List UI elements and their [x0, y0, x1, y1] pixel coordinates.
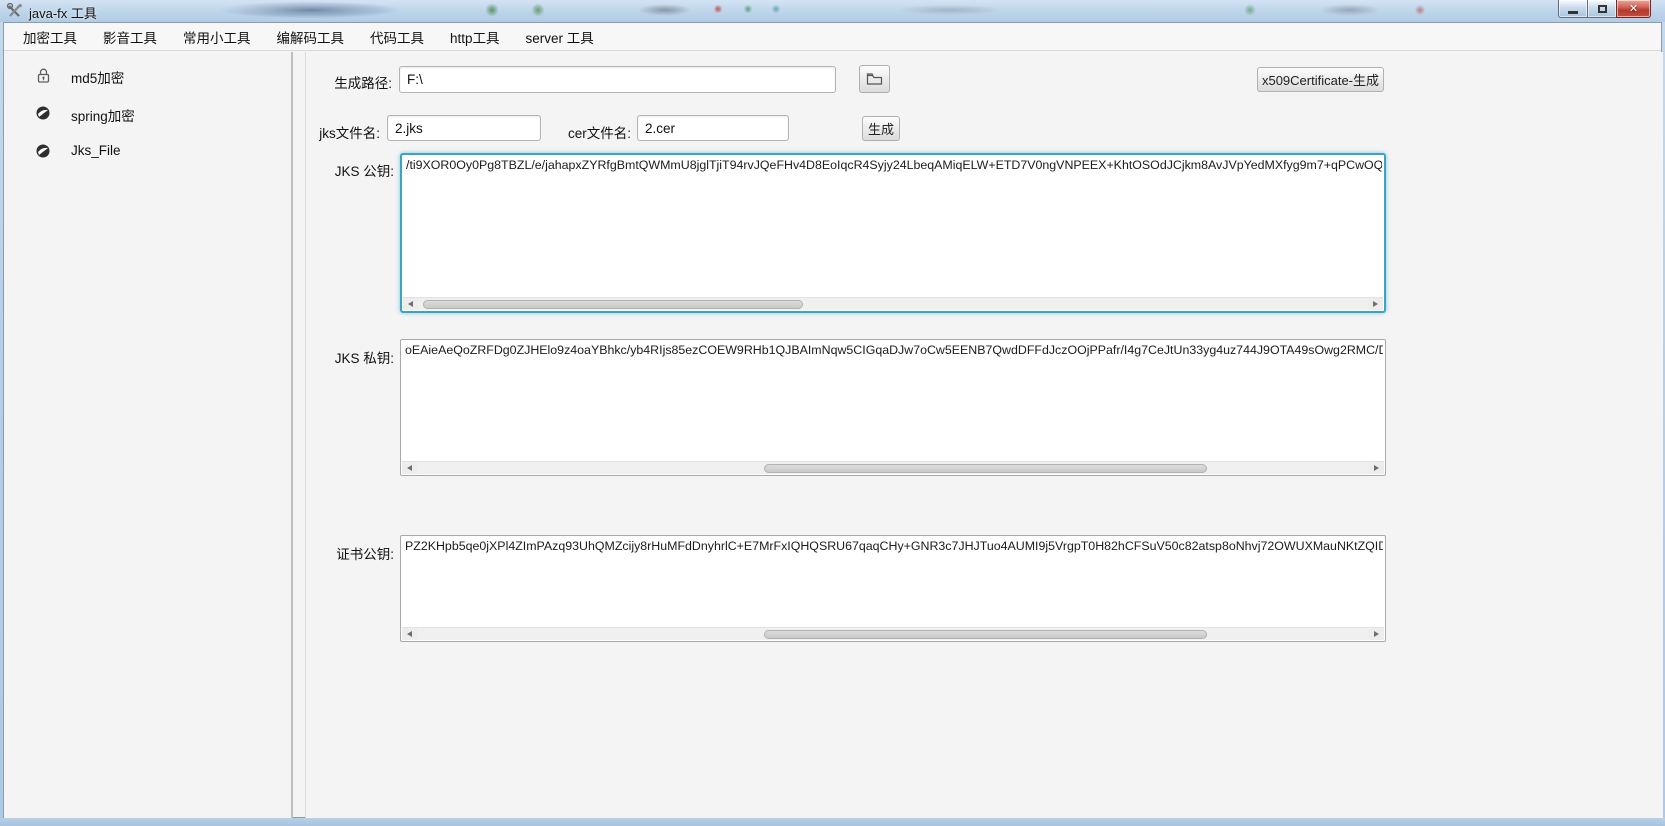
scrollbar-thumb[interactable]	[764, 630, 1207, 639]
menu-codec-tools[interactable]: 编解码工具	[264, 27, 358, 47]
jks-private-key-textarea[interactable]: oEAieAeQoZRFDg0ZJHElo9z4oaYBhkc/yb4RIjs8…	[400, 339, 1386, 476]
sidebar-item-spring[interactable]: spring加密	[4, 100, 291, 130]
scrollbar-track[interactable]	[417, 628, 1369, 640]
menu-media-tools[interactable]: 影音工具	[90, 27, 170, 47]
menu-http-tools[interactable]: http工具	[437, 27, 513, 47]
spring-icon	[35, 105, 52, 122]
minimize-button[interactable]	[1558, 0, 1587, 18]
app-window: java-fx 工具 ✕ 加密工具 影音工具 常用小工具 编解码工具 代码工具 …	[0, 0, 1665, 826]
minimize-icon	[1568, 11, 1578, 14]
maximize-button[interactable]	[1587, 0, 1616, 18]
path-input[interactable]	[399, 66, 836, 93]
sidebar-item-label: Jks_File	[71, 143, 121, 158]
jks-public-key-text: /ti9XOR0Oy0Pg8TBZL/e/jahapxZYRfgBmtQWMmU…	[406, 158, 1382, 176]
scroll-right-icon	[1374, 465, 1379, 471]
generate-button[interactable]: 生成	[862, 116, 900, 141]
scroll-left-button[interactable]	[402, 462, 417, 474]
scroll-right-button[interactable]	[1369, 462, 1384, 474]
scroll-right-button[interactable]	[1369, 628, 1384, 640]
jks-filename-label: jks文件名:	[306, 122, 380, 142]
cert-public-key-text: PZ2KHpb5qe0jXPl4ZImPAzq93UhQMZcijy8rHuMF…	[405, 539, 1383, 557]
sidebar-item-label: spring加密	[71, 105, 135, 125]
jks-public-key-hscrollbar	[403, 297, 1383, 310]
scroll-right-icon	[1373, 301, 1378, 307]
scrollbar-thumb[interactable]	[764, 464, 1207, 473]
scrollbar-track[interactable]	[418, 298, 1368, 310]
jks-private-key-label: JKS 私钥:	[306, 347, 394, 367]
x509-generate-button[interactable]: x509Certificate-生成	[1257, 67, 1384, 92]
cert-public-key-hscrollbar	[402, 627, 1384, 640]
cert-public-key-label: 证书公钥:	[306, 543, 394, 563]
scroll-left-button[interactable]	[403, 298, 418, 310]
scroll-left-icon	[408, 301, 413, 307]
cer-filename-input[interactable]	[637, 115, 789, 141]
lock-icon	[35, 67, 52, 84]
scroll-left-icon	[407, 465, 412, 471]
window-bottom-frame	[0, 818, 1665, 826]
maximize-icon	[1598, 5, 1607, 13]
menu-server-tools[interactable]: server 工具	[513, 27, 607, 47]
window-controls: ✕	[1558, 0, 1651, 18]
folder-icon	[866, 72, 883, 86]
sidebar-item-jks-file[interactable]: Jks_File	[4, 138, 291, 168]
spring-icon	[35, 143, 52, 160]
splitpane-divider[interactable]	[291, 52, 293, 818]
cert-public-key-textarea[interactable]: PZ2KHpb5qe0jXPl4ZImPAzq93UhQMZcijy8rHuMF…	[400, 535, 1386, 642]
menu-code-tools[interactable]: 代码工具	[357, 27, 437, 47]
menubar: 加密工具 影音工具 常用小工具 编解码工具 代码工具 http工具 server…	[4, 23, 1661, 51]
client-area: 加密工具 影音工具 常用小工具 编解码工具 代码工具 http工具 server…	[3, 22, 1662, 818]
app-body: md5加密 spring加密	[4, 52, 1661, 818]
scrollbar-thumb[interactable]	[423, 300, 803, 309]
browse-folder-button[interactable]	[859, 65, 890, 93]
scroll-left-button[interactable]	[402, 628, 417, 640]
scroll-left-icon	[407, 631, 412, 637]
titlebar: java-fx 工具 ✕	[0, 0, 1665, 22]
scroll-right-button[interactable]	[1368, 298, 1383, 310]
menu-encrypt-tools[interactable]: 加密工具	[10, 27, 90, 47]
jks-public-key-textarea[interactable]: /ti9XOR0Oy0Pg8TBZL/e/jahapxZYRfgBmtQWMmU…	[400, 153, 1386, 313]
jks-public-key-label: JKS 公钥:	[306, 160, 394, 180]
sidebar-item-label: md5加密	[71, 67, 124, 87]
jks-filename-input[interactable]	[387, 115, 541, 141]
sidebar: md5加密 spring加密	[4, 52, 291, 818]
window-title: java-fx 工具	[29, 3, 97, 22]
app-tools-icon	[7, 3, 23, 19]
close-button[interactable]: ✕	[1616, 0, 1651, 18]
scroll-right-icon	[1374, 631, 1379, 637]
sidebar-item-md5[interactable]: md5加密	[4, 62, 291, 92]
menu-common-tools[interactable]: 常用小工具	[170, 27, 264, 47]
path-label: 生成路径:	[306, 72, 392, 92]
content-panel: 生成路径: x509Certificate-生成 jks文件名: cer文件名:	[306, 52, 1663, 818]
cer-filename-label: cer文件名:	[558, 122, 631, 142]
jks-private-key-text: oEAieAeQoZRFDg0ZJHElo9z4oaYBhkc/yb4RIjs8…	[405, 343, 1383, 361]
scrollbar-track[interactable]	[417, 462, 1369, 474]
jks-private-key-hscrollbar	[402, 461, 1384, 474]
